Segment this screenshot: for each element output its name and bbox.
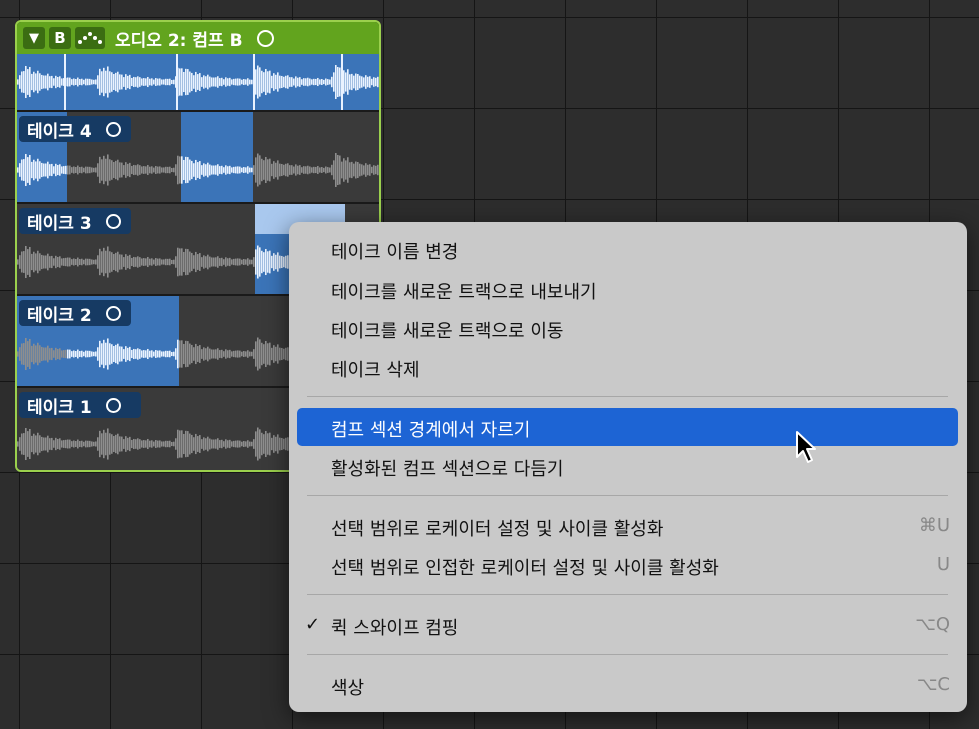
- menu-item-label: 선택 범위로 로케이터 설정 및 사이클 활성화: [331, 515, 663, 541]
- take-options-circle-icon[interactable]: [106, 398, 121, 413]
- menu-item-label: 테이크 이름 변경: [331, 238, 458, 264]
- take-lane-4[interactable]: 테이크 4: [17, 110, 379, 202]
- mouse-pointer-icon: [795, 430, 821, 466]
- comp-title: 오디오 2: 컴프 B: [115, 26, 243, 51]
- collapse-triangle-icon[interactable]: ▼: [23, 27, 45, 49]
- menu-item-label: 활성화된 컴프 섹션으로 다듬기: [331, 455, 563, 481]
- take-options-circle-icon[interactable]: [106, 122, 121, 137]
- comp-b-badge[interactable]: B: [49, 27, 71, 49]
- menu-item-label: 테이크를 새로운 트랙으로 내보내기: [331, 278, 597, 304]
- menu-item-shortcut: ⌥C: [917, 674, 950, 695]
- menu-item-move-take-to-new-track[interactable]: 테이크를 새로운 트랙으로 이동: [297, 309, 958, 347]
- menu-item-trim-to-active-comp-section[interactable]: 활성화된 컴프 섹션으로 다듬기: [297, 447, 958, 485]
- menu-separator: [307, 396, 948, 397]
- checkmark-icon: ✓: [305, 614, 320, 635]
- menu-item-shortcut: ⌘U: [919, 515, 950, 536]
- take-name: 테이크 4: [27, 117, 92, 142]
- menu-item-shortcut: U: [937, 554, 950, 575]
- menu-item-color[interactable]: 색상 ⌥C: [297, 666, 958, 704]
- menu-item-label: 테이크 삭제: [331, 356, 420, 382]
- menu-item-label: 테이크를 새로운 트랙으로 이동: [331, 317, 563, 343]
- take-label-4[interactable]: 테이크 4: [19, 116, 131, 142]
- context-menu: 테이크 이름 변경 테이크를 새로운 트랙으로 내보내기 테이크를 새로운 트랙…: [289, 222, 967, 712]
- comp-options-circle-icon[interactable]: [257, 30, 274, 47]
- take-label-3[interactable]: 테이크 3: [19, 208, 131, 234]
- menu-item-label: 컴프 섹션 경계에서 자르기: [331, 416, 530, 442]
- menu-item-export-take-to-new-track[interactable]: 테이크를 새로운 트랙으로 내보내기: [297, 270, 958, 308]
- menu-separator: [307, 495, 948, 496]
- take-name: 테이크 3: [27, 209, 92, 234]
- menu-item-rename-take[interactable]: 테이크 이름 변경: [297, 230, 958, 268]
- menu-separator: [307, 654, 948, 655]
- menu-item-shortcut: ⌥Q: [915, 614, 950, 635]
- take-name: 테이크 1: [27, 393, 92, 418]
- menu-item-cut-at-comp-section-borders[interactable]: 컴프 섹션 경계에서 자르기: [297, 408, 958, 446]
- comp-waveform-lane[interactable]: [17, 54, 379, 110]
- menu-item-set-locators-enable-cycle[interactable]: 선택 범위로 로케이터 설정 및 사이클 활성화 ⌘U: [297, 507, 958, 545]
- menu-item-set-adjacent-locators-enable-cycle[interactable]: 선택 범위로 인접한 로케이터 설정 및 사이클 활성화 U: [297, 546, 958, 584]
- menu-item-delete-take[interactable]: 테이크 삭제: [297, 348, 958, 386]
- take-options-circle-icon[interactable]: [106, 306, 121, 321]
- menu-item-label: 선택 범위로 인접한 로케이터 설정 및 사이클 활성화: [331, 554, 719, 580]
- take-name: 테이크 2: [27, 301, 92, 326]
- take-label-2[interactable]: 테이크 2: [19, 300, 131, 326]
- menu-item-quick-swipe-comping[interactable]: ✓ 퀵 스와이프 컴핑 ⌥Q: [297, 606, 958, 644]
- menu-separator: [307, 594, 948, 595]
- comp-waveform: [17, 54, 381, 110]
- take-options-circle-icon[interactable]: [106, 214, 121, 229]
- menu-item-label: 퀵 스와이프 컴핑: [331, 614, 458, 640]
- menu-item-label: 색상: [331, 674, 364, 700]
- quick-swipe-comping-icon[interactable]: [75, 27, 105, 49]
- comp-header[interactable]: ▼ B 오디오 2: 컴프 B: [17, 22, 379, 54]
- take-label-1[interactable]: 테이크 1: [19, 392, 141, 418]
